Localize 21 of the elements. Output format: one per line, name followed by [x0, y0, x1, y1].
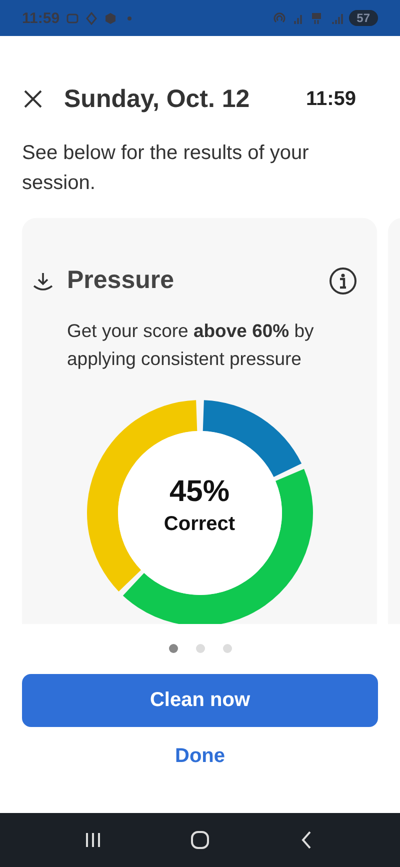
score-label: Correct — [164, 513, 236, 536]
close-icon[interactable] — [22, 88, 44, 110]
card-title: Pressure — [67, 266, 176, 295]
hexagon-icon — [104, 12, 117, 24]
page-dot[interactable] — [222, 644, 232, 653]
screenshot-icon — [66, 12, 79, 24]
card-description: Get your score above 60% by applying consistent pressure — [67, 319, 315, 371]
subtitle-text: See below for the results of your session. — [21, 141, 310, 196]
status-time: 11:59 — [22, 10, 60, 26]
info-icon[interactable] — [329, 266, 357, 294]
home-icon[interactable] — [188, 829, 211, 851]
hotspot-icon — [272, 12, 286, 24]
page-dot[interactable] — [168, 644, 178, 653]
done-button[interactable]: Done — [167, 741, 233, 772]
clean-now-button[interactable]: Clean now — [22, 674, 378, 727]
session-time: 11:59 — [306, 88, 356, 110]
signal-icon — [330, 12, 343, 24]
battery-indicator: 57 — [348, 10, 378, 26]
page-title: Sunday, Oct. 12 — [64, 84, 251, 114]
page-dot[interactable] — [196, 644, 204, 653]
score-value: 45% — [169, 475, 230, 509]
